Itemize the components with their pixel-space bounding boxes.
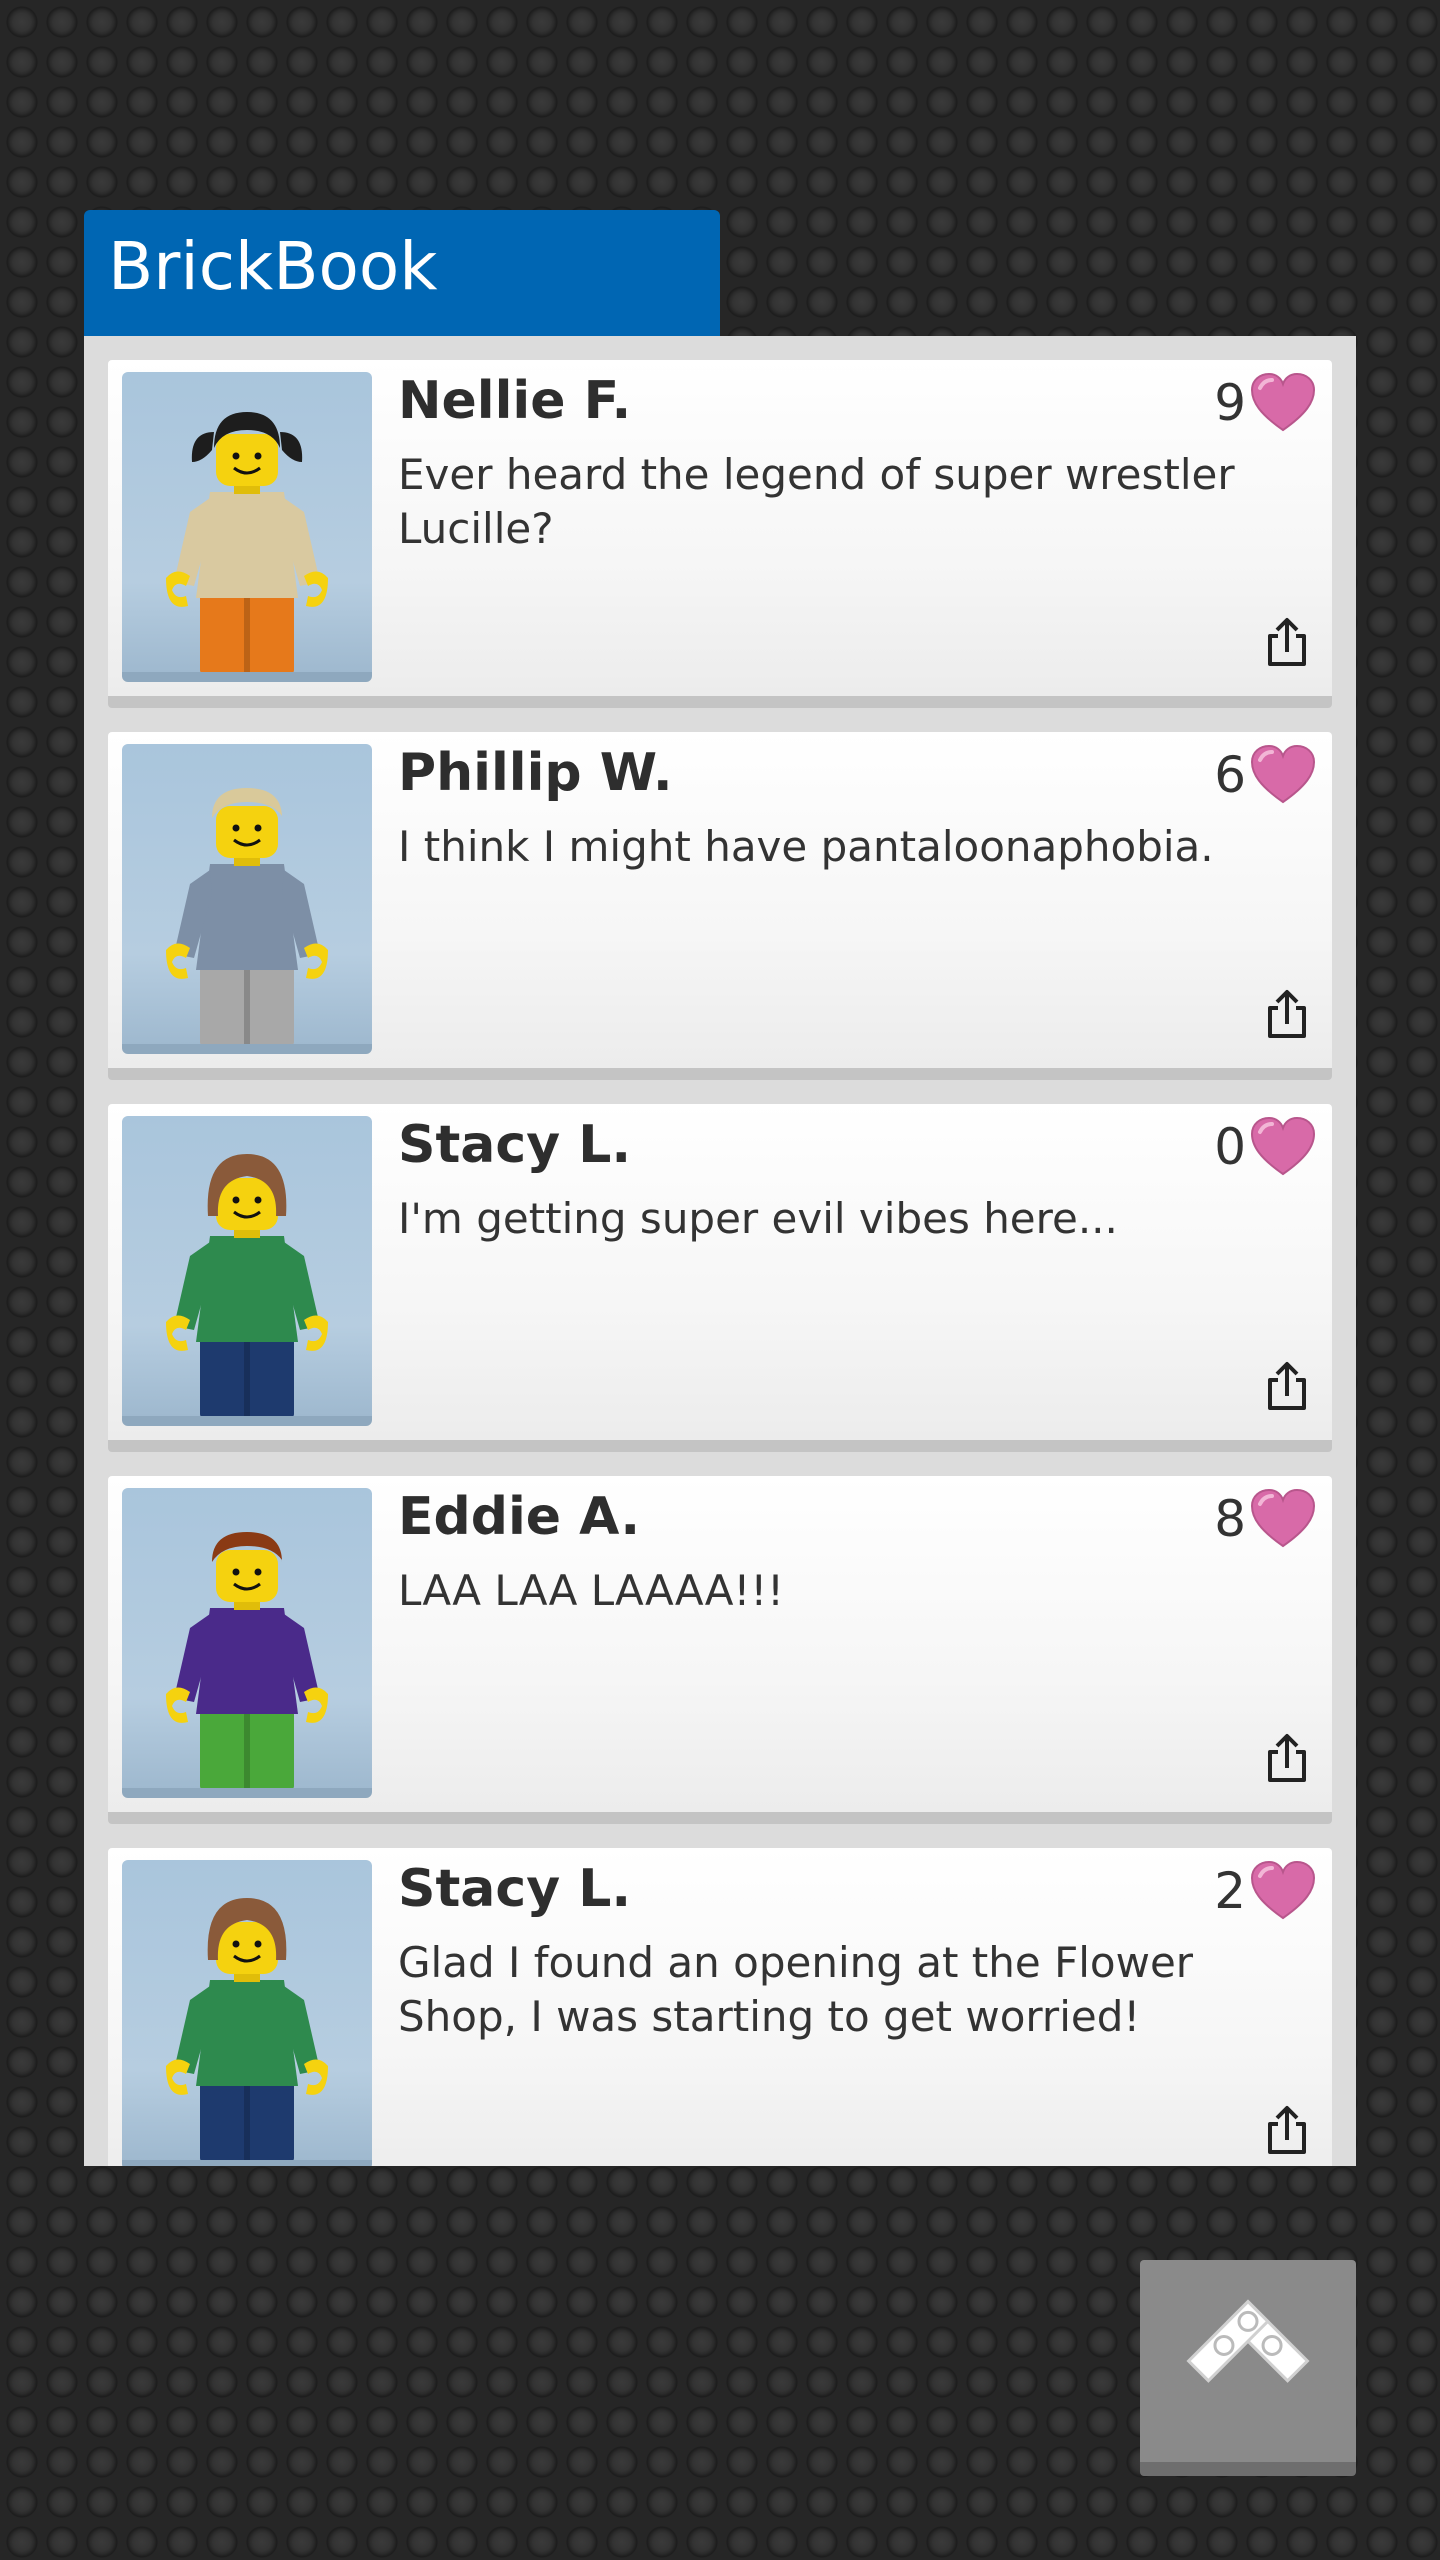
like-control[interactable]: 6	[1214, 744, 1316, 806]
post-card[interactable]: Stacy L. I'm getting super evil vibes he…	[108, 1104, 1332, 1452]
share-icon[interactable]	[1264, 2104, 1310, 2156]
heart-icon[interactable]	[1250, 1860, 1316, 1922]
post-card[interactable]: Phillip W. I think I might have pantaloo…	[108, 732, 1332, 1080]
minifigure-avatar-image	[166, 1154, 328, 1416]
post-card[interactable]: Eddie A. LAA LAA LAAAA!!! 8	[108, 1476, 1332, 1824]
post-author: Stacy L.	[398, 1115, 632, 1175]
share-icon[interactable]	[1264, 1360, 1310, 1412]
feed-panel[interactable]: Nellie F. Ever heard the legend of super…	[84, 336, 1356, 2166]
app-header-tab: BrickBook	[84, 210, 720, 336]
app-title: BrickBook	[108, 228, 438, 305]
share-icon[interactable]	[1264, 988, 1310, 1040]
post-author: Phillip W.	[398, 743, 673, 803]
avatar[interactable]	[122, 1860, 372, 2166]
minifigure-avatar-image	[166, 788, 328, 1044]
like-count: 0	[1214, 1118, 1246, 1176]
share-icon[interactable]	[1264, 616, 1310, 668]
post-message: I'm getting super evil vibes here...	[398, 1194, 1118, 1243]
avatar[interactable]	[122, 372, 372, 682]
post-message: Ever heard the legend of super wrestler …	[398, 450, 1235, 553]
like-control[interactable]: 8	[1214, 1488, 1316, 1550]
minifigure-avatar-image	[166, 1532, 328, 1788]
post-message: LAA LAA LAAAA!!!	[398, 1566, 784, 1615]
share-icon[interactable]	[1264, 1732, 1310, 1784]
minifigure-avatar-image	[166, 412, 328, 672]
post-card[interactable]: Stacy L. Glad I found an opening at the …	[108, 1848, 1332, 2166]
avatar[interactable]	[122, 1488, 372, 1798]
post-card[interactable]: Nellie F. Ever heard the legend of super…	[108, 360, 1332, 708]
heart-icon[interactable]	[1250, 372, 1316, 434]
like-count: 6	[1214, 746, 1246, 804]
like-control[interactable]: 9	[1214, 372, 1316, 434]
post-message: Glad I found an opening at the Flower Sh…	[398, 1938, 1194, 2041]
heart-icon[interactable]	[1250, 1488, 1316, 1550]
like-count: 8	[1214, 1490, 1246, 1548]
post-feed: Nellie F. Ever heard the legend of super…	[108, 360, 1332, 2166]
avatar[interactable]	[122, 744, 372, 1054]
like-control[interactable]: 2	[1214, 1860, 1316, 1922]
post-message: I think I might have pantaloonaphobia.	[398, 822, 1214, 871]
like-count: 9	[1214, 374, 1246, 432]
heart-icon[interactable]	[1250, 1116, 1316, 1178]
like-control[interactable]: 0	[1214, 1116, 1316, 1178]
back-button[interactable]	[1140, 2260, 1356, 2476]
post-author: Stacy L.	[398, 1859, 632, 1919]
post-author: Eddie A.	[398, 1487, 641, 1547]
heart-icon[interactable]	[1250, 744, 1316, 806]
like-count: 2	[1214, 1862, 1246, 1920]
post-author: Nellie F.	[398, 371, 632, 431]
avatar[interactable]	[122, 1116, 372, 1426]
brick-back-arrow-icon	[1186, 2299, 1310, 2383]
minifigure-avatar-image	[166, 1898, 328, 2160]
